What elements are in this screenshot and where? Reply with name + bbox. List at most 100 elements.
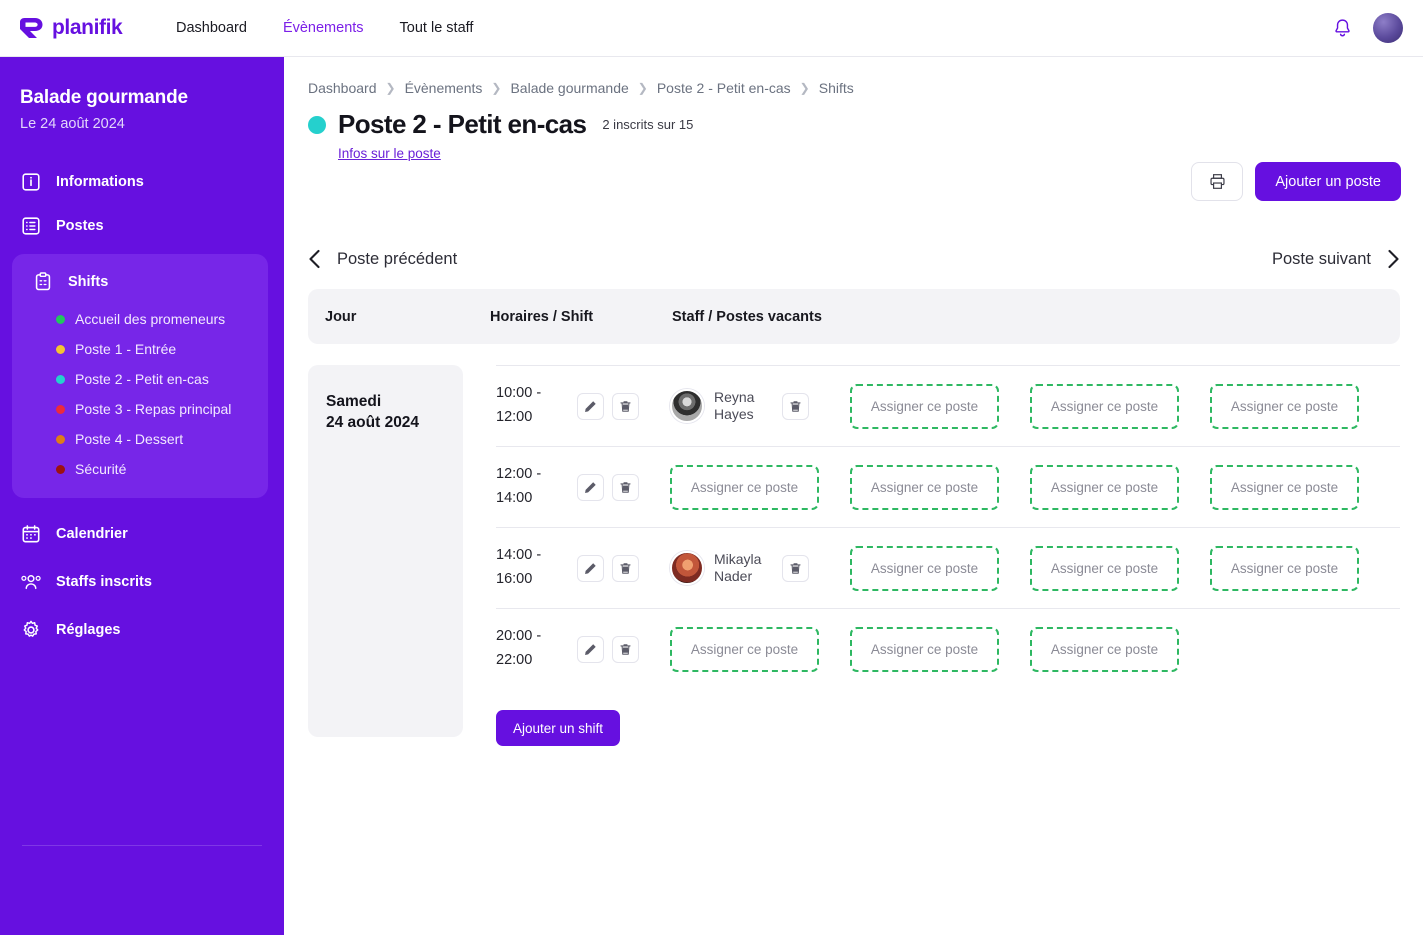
- shift-time-start: 12:00 -: [496, 466, 542, 483]
- sidebar-item-label: Shifts: [68, 274, 109, 290]
- pencil-icon: [585, 481, 596, 493]
- assigned-staff: Reyna Hayes: [670, 389, 819, 424]
- staff-last-name: Nader: [714, 568, 753, 584]
- assign-slot[interactable]: Assigner ce poste: [1030, 626, 1179, 672]
- trash-icon: [620, 400, 631, 412]
- sidebar-shift-poste-2-petit-en-cas[interactable]: Poste 2 - Petit en-cas: [12, 364, 268, 394]
- breadcrumb: Dashboard ❯ Évènements ❯ Balade gourmand…: [308, 80, 1423, 96]
- assign-slot[interactable]: Assigner ce poste: [850, 626, 999, 672]
- poste-suivant-button[interactable]: Poste suivant: [1272, 249, 1400, 269]
- staff-name: Mikayla Nader: [714, 551, 770, 586]
- shift-color-dot: [56, 404, 65, 414]
- sidebar-item-label: Informations: [56, 174, 144, 190]
- remove-staff-button[interactable]: [782, 554, 809, 582]
- shift-row-actions: [577, 635, 639, 663]
- shift-time: 20:00 - 22:00: [496, 625, 564, 673]
- shift-time-start: 14:00 -: [496, 547, 542, 564]
- page-title: Poste 2 - Petit en-cas: [338, 109, 587, 139]
- assign-slot[interactable]: Assigner ce poste: [850, 464, 999, 510]
- sidebar-shift-poste-3-repas-principal[interactable]: Poste 3 - Repas principal: [12, 394, 268, 424]
- sidebar-item-postes[interactable]: Postes: [0, 204, 284, 248]
- sidebar-item-reglages[interactable]: Réglages: [0, 608, 284, 652]
- day-name: Samedi: [326, 393, 382, 410]
- sidebar-item-staffs-inscrits[interactable]: Staffs inscrits: [0, 560, 284, 604]
- delete-shift-button[interactable]: [612, 554, 639, 582]
- sidebar-shift-accueil-des-promeneurs[interactable]: Accueil des promeneurs: [12, 304, 268, 334]
- shift-rows: 10:00 - 12:00 Reyna Hayes Assigner ce po…: [496, 365, 1400, 746]
- sidebar-shift-poste-4-dessert[interactable]: Poste 4 - Dessert: [12, 424, 268, 454]
- breadcrumb-balade-gourmande[interactable]: Balade gourmande: [510, 80, 628, 96]
- pencil-icon: [585, 643, 596, 655]
- inscrits-count: 2 inscrits sur 15: [602, 117, 694, 132]
- shift-color-dot: [56, 344, 65, 354]
- sidebar-shift-label: Accueil des promeneurs: [75, 311, 226, 327]
- staff-last-name: Hayes: [714, 406, 754, 422]
- breadcrumb-evenements[interactable]: Évènements: [405, 80, 483, 96]
- user-avatar[interactable]: [1373, 13, 1403, 43]
- poste-color-dot: [308, 115, 326, 134]
- edit-shift-button[interactable]: [577, 392, 604, 420]
- add-shift-container: Ajouter un shift: [496, 710, 1400, 746]
- remove-staff-button[interactable]: [782, 392, 809, 420]
- list-icon: [22, 217, 40, 235]
- print-button[interactable]: [1191, 162, 1244, 201]
- shift-color-dot: [56, 374, 65, 384]
- topnav-tout-le-staff[interactable]: Tout le staff: [382, 12, 492, 44]
- delete-shift-button[interactable]: [612, 473, 639, 501]
- assign-slot[interactable]: Assigner ce poste: [1210, 383, 1359, 429]
- sidebar-shift-poste-1-entree[interactable]: Poste 1 - Entrée: [12, 334, 268, 364]
- assign-slot[interactable]: Assigner ce poste: [1210, 545, 1359, 591]
- assign-slot[interactable]: Assigner ce poste: [670, 626, 819, 672]
- sidebar-shift-label: Sécurité: [75, 461, 127, 477]
- poste-precedent-button[interactable]: Poste précédent: [308, 249, 457, 269]
- shift-time: 14:00 - 16:00: [496, 544, 564, 592]
- sidebar-shift-securite[interactable]: Sécurité: [12, 454, 268, 484]
- notifications-button[interactable]: [1327, 13, 1357, 43]
- assign-slot[interactable]: Assigner ce poste: [670, 464, 819, 510]
- assign-slot[interactable]: Assigner ce poste: [850, 383, 999, 429]
- page-header: Poste 2 - Petit en-cas 2 inscrits sur 15…: [308, 109, 1423, 161]
- topnav-evenements[interactable]: Évènements: [265, 12, 382, 44]
- assign-slot[interactable]: Assigner ce poste: [1030, 464, 1179, 510]
- pencil-icon: [585, 400, 596, 412]
- shift-color-dot: [56, 464, 65, 474]
- poste-navigation: Poste précédent Poste suivant: [308, 249, 1400, 269]
- brand-logo[interactable]: planifik: [18, 16, 130, 40]
- chevron-right-icon: [1388, 249, 1399, 269]
- delete-shift-button[interactable]: [612, 635, 639, 663]
- trash-icon: [790, 400, 801, 412]
- sidebar-item-calendrier[interactable]: Calendrier: [0, 512, 284, 556]
- table-row: 10:00 - 12:00 Reyna Hayes Assigner ce po…: [496, 365, 1400, 446]
- shift-slots: Assigner ce poste Assigner ce poste Assi…: [670, 464, 1359, 510]
- assign-slot[interactable]: Assigner ce poste: [1030, 545, 1179, 591]
- assign-slot[interactable]: Assigner ce poste: [1030, 383, 1179, 429]
- ajouter-un-poste-button[interactable]: Ajouter un poste: [1255, 162, 1401, 201]
- shift-time-end: 12:00: [496, 409, 533, 425]
- sidebar-item-informations[interactable]: Informations: [0, 160, 284, 204]
- chevron-left-icon: [309, 249, 320, 269]
- shift-row-actions: [577, 392, 639, 420]
- sidebar-divider: [22, 845, 262, 846]
- chevron-right-icon: ❯: [491, 81, 502, 95]
- breadcrumb-shifts[interactable]: Shifts: [819, 80, 854, 96]
- assign-slot[interactable]: Assigner ce poste: [1210, 464, 1359, 510]
- gear-icon: [23, 620, 39, 637]
- brand-name: planifik: [52, 16, 123, 39]
- breadcrumb-poste-2[interactable]: Poste 2 - Petit en-cas: [657, 80, 791, 96]
- infos-sur-le-poste-link[interactable]: Infos sur le poste: [338, 146, 693, 161]
- sidebar-shifts-section: Shifts Accueil des promeneurs Poste 1 - …: [12, 254, 268, 498]
- topnav-dashboard[interactable]: Dashboard: [158, 12, 265, 44]
- ajouter-un-shift-button[interactable]: Ajouter un shift: [496, 710, 621, 746]
- topbar-right-actions: [1327, 13, 1403, 43]
- shift-row-actions: [577, 473, 639, 501]
- sidebar-item-shifts[interactable]: Shifts: [12, 260, 268, 304]
- people-icon: [21, 575, 41, 590]
- assign-slot[interactable]: Assigner ce poste: [850, 545, 999, 591]
- delete-shift-button[interactable]: [612, 392, 639, 420]
- edit-shift-button[interactable]: [577, 635, 604, 663]
- bell-icon: [1334, 19, 1350, 37]
- chevron-right-icon: ❯: [637, 81, 648, 95]
- breadcrumb-dashboard[interactable]: Dashboard: [308, 80, 377, 96]
- edit-shift-button[interactable]: [577, 473, 604, 501]
- edit-shift-button[interactable]: [577, 554, 604, 582]
